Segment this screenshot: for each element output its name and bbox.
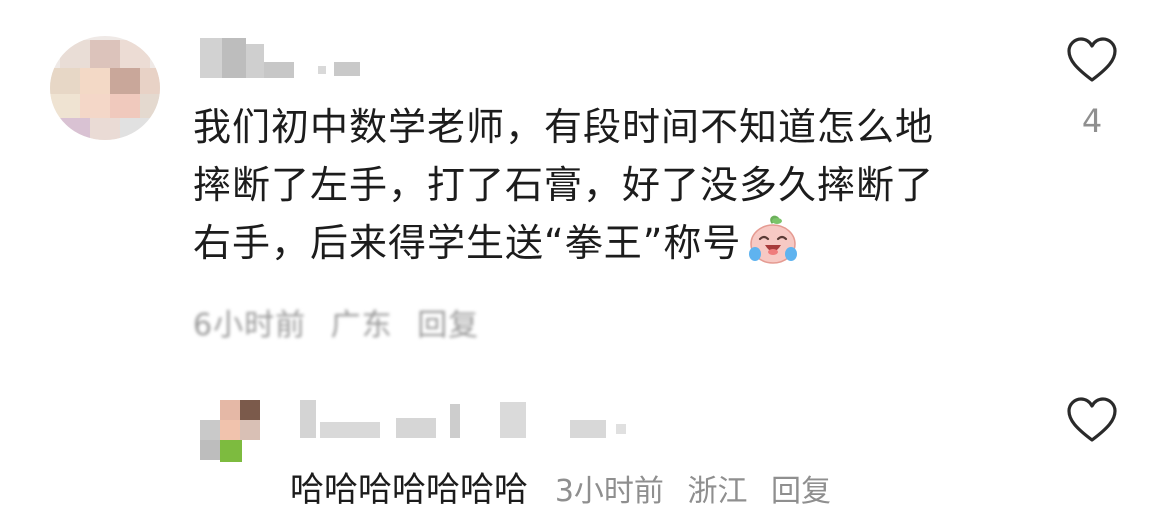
reply-reply-button[interactable]: 回复	[771, 474, 831, 509]
reply-username-blurred[interactable]	[300, 400, 640, 440]
reply-button[interactable]: 回复	[417, 308, 479, 343]
reply-avatar[interactable]	[200, 400, 262, 462]
heart-outline-icon	[1067, 37, 1117, 82]
heart-outline-icon	[1067, 397, 1117, 442]
comment-line-text: 右手，后来得学生送“拳王”称号	[193, 221, 742, 265]
laughing-crying-emoji	[747, 214, 799, 266]
reply-like-button[interactable]	[1066, 396, 1118, 444]
comment-line: 摔断了左手，打了石膏，好了没多久摔断了	[193, 163, 935, 207]
comment-text: 我们初中数学老师，有段时间不知道怎么地 摔断了左手，打了石膏，好了没多久摔断了 …	[193, 98, 1003, 272]
comment-line: 我们初中数学老师，有段时间不知道怎么地	[193, 105, 935, 149]
reply-text: 哈哈哈哈哈哈哈	[290, 470, 528, 510]
reply-line: 哈哈哈哈哈哈哈 3小时前 浙江 回复	[290, 462, 831, 511]
reply-meta: 3小时前 浙江 回复	[555, 474, 831, 509]
username-blurred[interactable]	[200, 38, 360, 78]
reply-time: 3小时前	[554, 474, 664, 509]
like-count: 4	[1081, 102, 1103, 140]
comment-meta: 6小时前 广东 回复	[193, 300, 493, 344]
like-button[interactable]	[1066, 36, 1118, 84]
comment-line: 右手，后来得学生送“拳王”称号	[193, 214, 1003, 272]
avatar[interactable]	[50, 36, 160, 140]
reply-location: 浙江	[687, 474, 748, 509]
comment-location: 广东	[330, 308, 393, 343]
comment-time: 6小时前	[193, 308, 307, 343]
